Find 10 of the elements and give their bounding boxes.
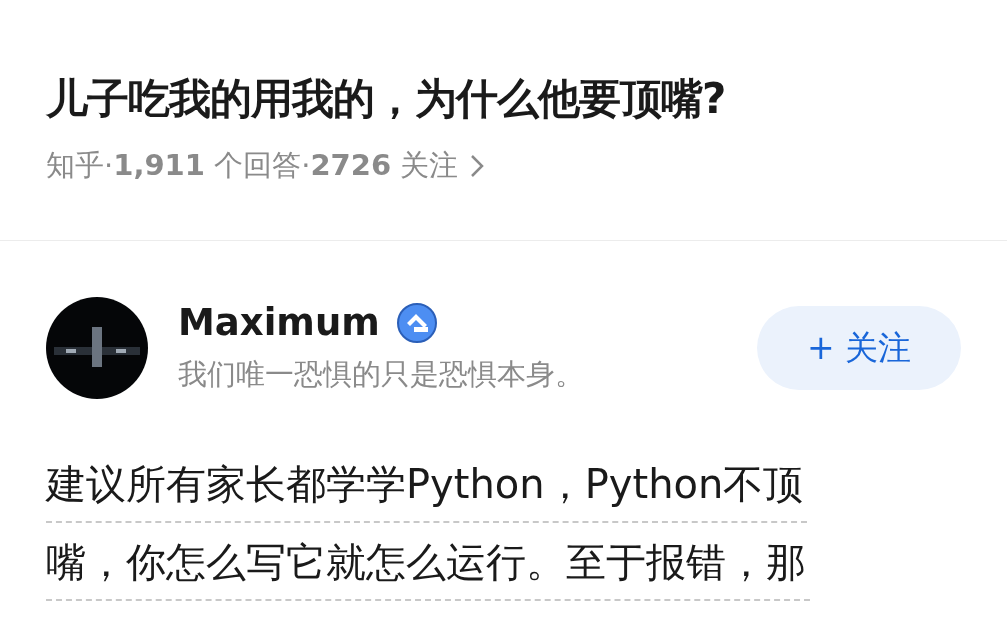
- avatar[interactable]: [46, 296, 148, 399]
- question-title: 儿子吃我的用我的，为什么他要顶嘴?: [46, 73, 727, 125]
- chevron-icon[interactable]: [470, 153, 485, 178]
- badge-icon: [395, 301, 438, 344]
- answer-text: 建议所有家长都学学Python，Python不顶: [46, 444, 808, 523]
- follow-button[interactable]: + 关注: [757, 305, 961, 390]
- answer-text: 嘴，你怎么写它就怎么运行。至于报错，那: [46, 522, 810, 601]
- author-bio: 我们唯一恐惧的只是恐惧本身。: [178, 355, 584, 393]
- author-name[interactable]: Maximum: [178, 298, 380, 347]
- question-stats: 知乎·1,911 个回答·2726 关注: [46, 147, 459, 184]
